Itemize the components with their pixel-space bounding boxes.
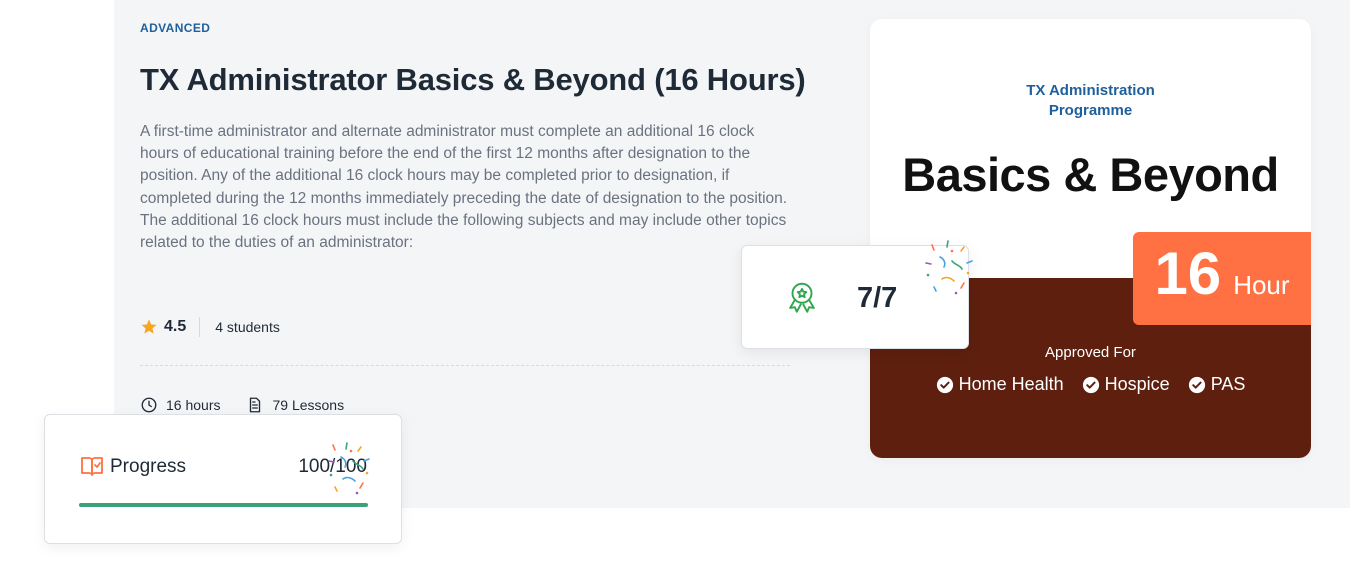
promo-heading: Basics & Beyond bbox=[902, 148, 1279, 201]
hours-badge: 16 Hour bbox=[1133, 232, 1311, 325]
approved-item: Home Health bbox=[936, 374, 1064, 395]
check-circle-icon bbox=[1082, 376, 1099, 393]
clock-icon bbox=[141, 397, 157, 413]
progress-card: Progress 100/100 bbox=[44, 414, 402, 544]
approved-item: Hospice bbox=[1082, 374, 1170, 395]
lessons-text: 79 Lessons bbox=[272, 397, 345, 413]
rating-row: 4.5 4 students bbox=[140, 316, 280, 338]
duration-item: 16 hours bbox=[140, 396, 220, 414]
confetti-icon bbox=[328, 442, 370, 495]
open-book-icon bbox=[81, 457, 103, 476]
approved-label: Home Health bbox=[958, 374, 1064, 394]
promo-kicker: TX Administration Programme bbox=[870, 81, 1311, 121]
section-divider bbox=[140, 365, 790, 366]
approved-list: Home Health Hospice PAS bbox=[870, 374, 1311, 395]
lessons-completed-value: 7/7 bbox=[857, 282, 898, 314]
lessons-item: 79 Lessons bbox=[246, 396, 344, 414]
students-count: 4 students bbox=[215, 319, 280, 335]
award-badge-icon bbox=[789, 282, 815, 313]
approved-label: PAS bbox=[1210, 374, 1246, 394]
course-description: A first-time administrator and alternate… bbox=[140, 123, 788, 252]
check-circle-icon bbox=[936, 376, 953, 393]
approved-item: PAS bbox=[1188, 374, 1246, 395]
course-title: TX Administrator Basics & Beyond (16 Hou… bbox=[140, 62, 806, 97]
duration-text: 16 hours bbox=[166, 397, 221, 413]
progress-label: Progress bbox=[110, 456, 187, 477]
star-icon bbox=[141, 319, 157, 334]
approved-label: Hospice bbox=[1104, 374, 1170, 394]
course-level-badge: ADVANCED bbox=[140, 21, 211, 35]
hours-number: 16 bbox=[1154, 240, 1222, 307]
promo-kicker-line2: Programme bbox=[1048, 102, 1133, 119]
rating-divider bbox=[199, 317, 201, 337]
lessons-completed-card: 7/7 bbox=[741, 240, 973, 349]
confetti-icon bbox=[925, 240, 973, 295]
rating-value: 4.5 bbox=[164, 318, 187, 335]
progress-fill bbox=[79, 503, 368, 507]
course-meta-row: 16 hours 79 Lessons bbox=[140, 396, 370, 414]
document-icon bbox=[250, 397, 261, 413]
check-circle-icon bbox=[1188, 376, 1205, 393]
progress-track bbox=[79, 503, 368, 507]
hours-unit: Hour bbox=[1233, 270, 1290, 300]
promo-kicker-line1: TX Administration bbox=[1026, 82, 1155, 99]
